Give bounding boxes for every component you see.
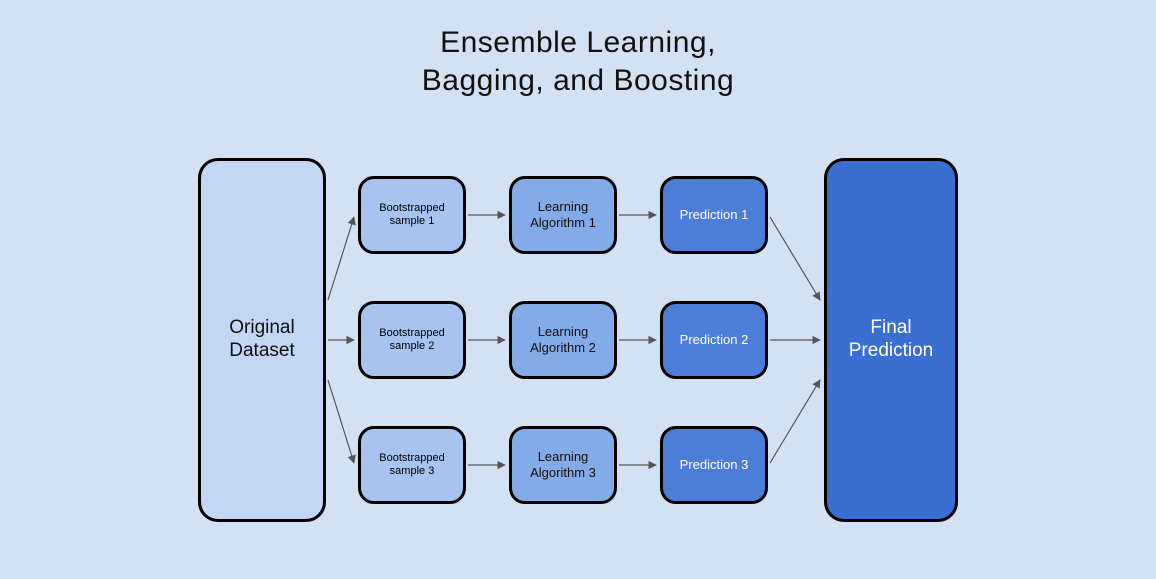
arrow <box>770 380 820 463</box>
node-label: Prediction 1 <box>680 207 749 223</box>
node-prediction-2: Prediction 2 <box>660 301 768 379</box>
node-prediction-3: Prediction 3 <box>660 426 768 504</box>
node-label: FinalPrediction <box>849 317 934 363</box>
node-bootstrap-2: Bootstrappedsample 2 <box>358 301 466 379</box>
node-algorithm-3: LearningAlgorithm 3 <box>509 426 617 504</box>
node-original-dataset: OriginalDataset <box>198 158 326 522</box>
node-label: Bootstrappedsample 2 <box>379 327 444 353</box>
node-bootstrap-1: Bootstrappedsample 1 <box>358 176 466 254</box>
arrow <box>328 217 354 300</box>
node-algorithm-2: LearningAlgorithm 2 <box>509 301 617 379</box>
node-label: Prediction 3 <box>680 457 749 473</box>
arrow <box>770 217 820 300</box>
node-prediction-1: Prediction 1 <box>660 176 768 254</box>
node-label: OriginalDataset <box>229 317 294 363</box>
node-bootstrap-3: Bootstrappedsample 3 <box>358 426 466 504</box>
node-label: LearningAlgorithm 1 <box>530 199 596 230</box>
node-label: Prediction 2 <box>680 332 749 348</box>
node-final-prediction: FinalPrediction <box>824 158 958 522</box>
node-label: LearningAlgorithm 2 <box>530 324 596 355</box>
node-label: Bootstrappedsample 3 <box>379 452 444 478</box>
diagram-canvas: OriginalDataset Bootstrappedsample 1 Boo… <box>0 0 1156 579</box>
node-algorithm-1: LearningAlgorithm 1 <box>509 176 617 254</box>
node-label: LearningAlgorithm 3 <box>530 449 596 480</box>
arrow <box>328 380 354 463</box>
node-label: Bootstrappedsample 1 <box>379 202 444 228</box>
